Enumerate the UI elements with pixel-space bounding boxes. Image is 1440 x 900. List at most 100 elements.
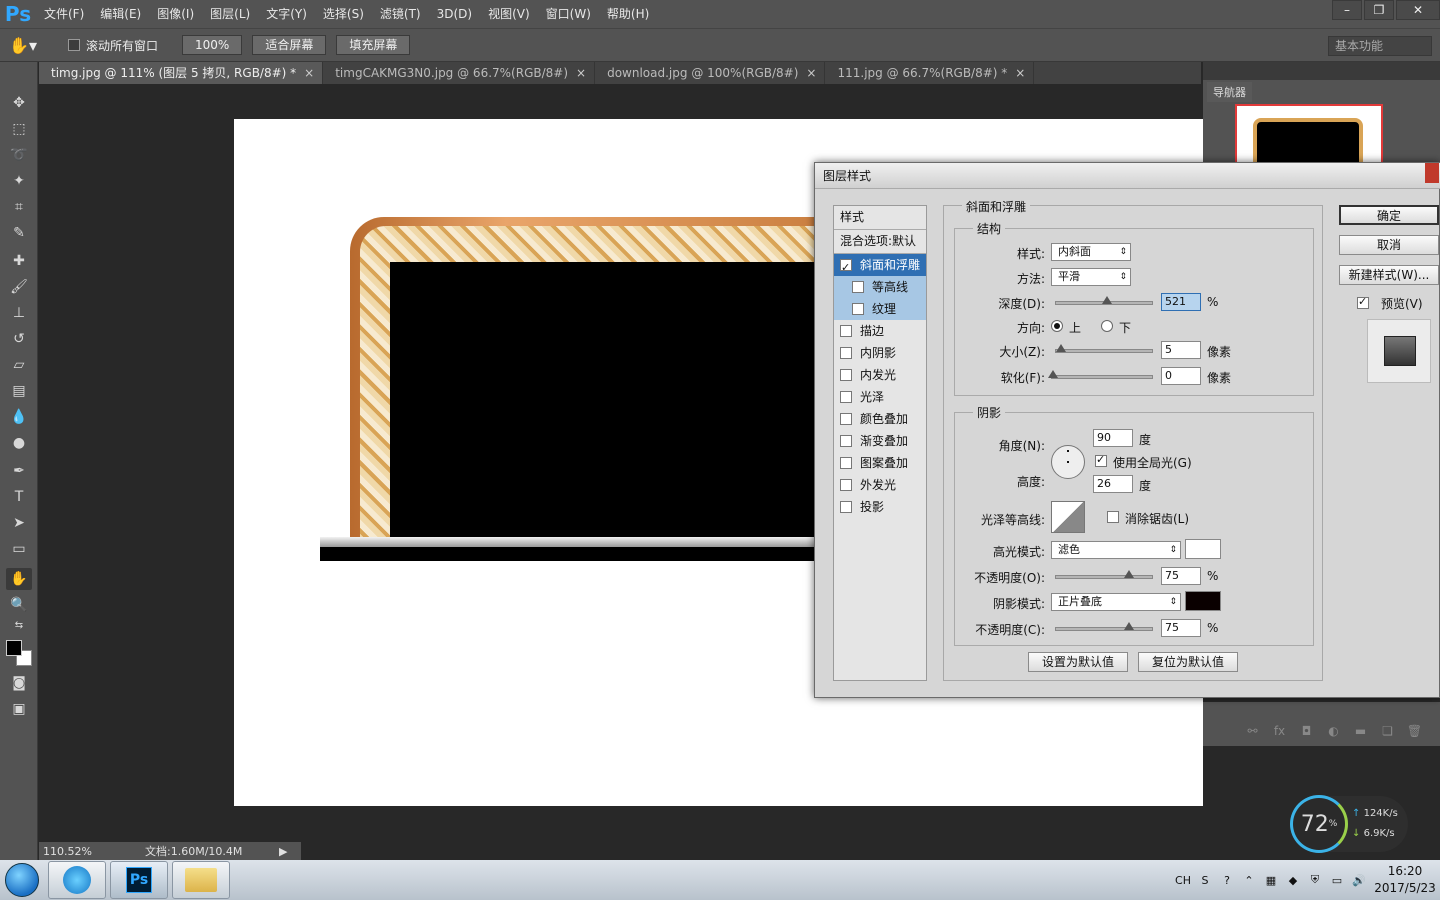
link-icon[interactable]: ⚯ <box>1239 724 1266 738</box>
doc-tab-111[interactable]: 111.jpg @ 66.7%(RGB/8#) * × <box>825 62 1035 84</box>
close-icon[interactable]: × <box>304 66 314 80</box>
slider-thumb[interactable] <box>1048 370 1058 378</box>
style-item-bevel[interactable]: 斜面和浮雕 <box>834 254 926 279</box>
shape-tool-icon[interactable]: ▭ <box>6 538 32 560</box>
slider-thumb[interactable] <box>1102 296 1112 304</box>
shadow-opacity-input[interactable]: 75 <box>1161 619 1201 637</box>
close-icon[interactable]: × <box>576 66 586 80</box>
new-style-button[interactable]: 新建样式(W)... <box>1339 265 1439 285</box>
crop-tool-icon[interactable]: ⌗ <box>6 196 32 218</box>
foreground-color[interactable] <box>6 640 22 656</box>
global-light-checkbox[interactable] <box>1095 453 1107 467</box>
swap-colors-icon[interactable]: ⇆ <box>6 618 32 632</box>
type-tool-icon[interactable]: T <box>6 486 32 508</box>
menu-filter[interactable]: 滤镜(T) <box>372 0 429 28</box>
reset-default-button[interactable]: 复位为默认值 <box>1138 652 1238 672</box>
size-input[interactable]: 5 <box>1161 341 1201 359</box>
checkbox[interactable] <box>840 435 852 447</box>
pen-tool-icon[interactable]: ✒ <box>6 460 32 482</box>
close-window-button[interactable]: ✕ <box>1396 0 1440 20</box>
style-item-pattern-overlay[interactable]: 图案叠加 <box>834 452 926 474</box>
mask-icon[interactable]: ◘ <box>1293 724 1320 738</box>
history-brush-icon[interactable]: ↺ <box>6 328 32 350</box>
cube-icon[interactable]: ◆ <box>1282 874 1304 887</box>
direction-down-radio[interactable] <box>1101 320 1113 332</box>
taskbar-browser[interactable] <box>48 861 106 899</box>
path-selection-icon[interactable]: ➤ <box>6 512 32 534</box>
dialog-title[interactable]: 图层样式 <box>815 163 1440 189</box>
gloss-contour-picker[interactable] <box>1051 501 1085 533</box>
fit-screen-button[interactable]: 适合屏幕 <box>252 35 327 55</box>
speaker-icon[interactable]: 🔊 <box>1348 874 1370 887</box>
depth-slider[interactable] <box>1055 296 1153 305</box>
eyedropper-icon[interactable]: ✎ <box>6 222 32 244</box>
style-item-texture[interactable]: 纹理 <box>834 298 926 320</box>
quick-mask-icon[interactable]: ◙ <box>6 672 32 694</box>
scroll-all-windows-checkbox[interactable]: 滚动所有窗口 <box>68 37 158 54</box>
style-item-gradient-overlay[interactable]: 渐变叠加 <box>834 430 926 452</box>
doc-tab-download[interactable]: download.jpg @ 100%(RGB/8#) × <box>595 62 826 84</box>
altitude-input[interactable]: 26 <box>1093 475 1133 493</box>
monitor-icon[interactable]: ▭ <box>1326 874 1348 887</box>
checkbox[interactable] <box>852 303 864 315</box>
style-item-inner-glow[interactable]: 内发光 <box>834 364 926 386</box>
slider-thumb[interactable] <box>1124 622 1134 630</box>
highlight-opacity-slider[interactable] <box>1055 570 1153 579</box>
direction-up-radio[interactable] <box>1051 320 1063 332</box>
doc-tab-timg[interactable]: timg.jpg @ 111% (图层 5 拷贝, RGB/8#) * × <box>39 62 324 84</box>
magic-wand-icon[interactable]: ✦ <box>6 170 32 192</box>
menu-image[interactable]: 图像(I) <box>149 0 202 28</box>
bevel-style-select[interactable]: 内斜面 <box>1051 243 1131 261</box>
checkbox[interactable] <box>840 457 852 469</box>
technique-select[interactable]: 平滑 <box>1051 268 1131 286</box>
menu-type[interactable]: 文字(Y) <box>258 0 315 28</box>
minimize-button[interactable]: – <box>1332 0 1362 20</box>
blending-options[interactable]: 混合选项:默认 <box>834 230 926 254</box>
menu-select[interactable]: 选择(S) <box>315 0 372 28</box>
hand-tool-icon[interactable]: ✋ <box>6 568 32 590</box>
style-item-inner-shadow[interactable]: 内阴影 <box>834 342 926 364</box>
size-slider[interactable] <box>1055 344 1153 353</box>
dialog-close-button[interactable] <box>1425 163 1439 183</box>
doc-tab-timgcakmg3n0[interactable]: timgCAKMG3N0.jpg @ 66.7%(RGB/8#) × <box>323 62 596 84</box>
checkbox[interactable] <box>840 391 852 403</box>
menu-layer[interactable]: 图层(L) <box>202 0 258 28</box>
status-menu-arrow-icon[interactable]: ▶ <box>279 845 287 858</box>
screen-mode-icon[interactable]: ▣ <box>6 698 32 720</box>
adjustment-icon[interactable]: ◐ <box>1320 724 1347 738</box>
close-icon[interactable]: × <box>1015 66 1025 80</box>
taskbar-photoshop[interactable]: Ps <box>110 861 168 899</box>
angle-dial[interactable] <box>1051 445 1085 479</box>
fx-icon[interactable]: fx <box>1266 724 1293 738</box>
preview-checkbox[interactable] <box>1357 295 1369 309</box>
help-icon[interactable]: ? <box>1216 874 1238 887</box>
style-item-outer-glow[interactable]: 外发光 <box>834 474 926 496</box>
highlight-opacity-input[interactable]: 75 <box>1161 567 1201 585</box>
new-layer-icon[interactable]: ❏ <box>1374 724 1401 738</box>
angle-input[interactable]: 90 <box>1093 429 1133 447</box>
cancel-button[interactable]: 取消 <box>1339 235 1439 255</box>
checkbox[interactable] <box>840 325 852 337</box>
hand-tool-preset-icon[interactable]: ✋▾ <box>0 30 46 60</box>
brush-tool-icon[interactable]: 🖌 <box>6 276 32 298</box>
soften-input[interactable]: 0 <box>1161 367 1201 385</box>
zoom-100-button[interactable]: 100% <box>182 35 243 55</box>
folder-icon[interactable]: ▬ <box>1347 724 1374 738</box>
dodge-tool-icon[interactable]: ● <box>6 432 32 454</box>
style-item-color-overlay[interactable]: 颜色叠加 <box>834 408 926 430</box>
restore-button[interactable]: ❐ <box>1364 0 1394 20</box>
style-item-contour[interactable]: 等高线 <box>834 276 926 298</box>
checkbox[interactable] <box>840 413 852 425</box>
zoom-level[interactable]: 110.52% <box>39 845 139 858</box>
checkbox[interactable] <box>840 479 852 491</box>
menu-help[interactable]: 帮助(H) <box>599 0 657 28</box>
highlight-mode-select[interactable]: 滤色 <box>1051 541 1181 559</box>
clock[interactable]: 16:20 2017/5/23 <box>1370 863 1440 897</box>
style-list-header[interactable]: 样式 <box>834 206 926 230</box>
start-button[interactable] <box>0 860 44 900</box>
trash-icon[interactable]: 🗑 <box>1401 724 1428 738</box>
lasso-tool-icon[interactable]: ➰ <box>6 144 32 166</box>
shadow-color-swatch[interactable] <box>1185 591 1221 611</box>
menu-window[interactable]: 窗口(W) <box>538 0 599 28</box>
checkbox[interactable] <box>840 257 852 279</box>
